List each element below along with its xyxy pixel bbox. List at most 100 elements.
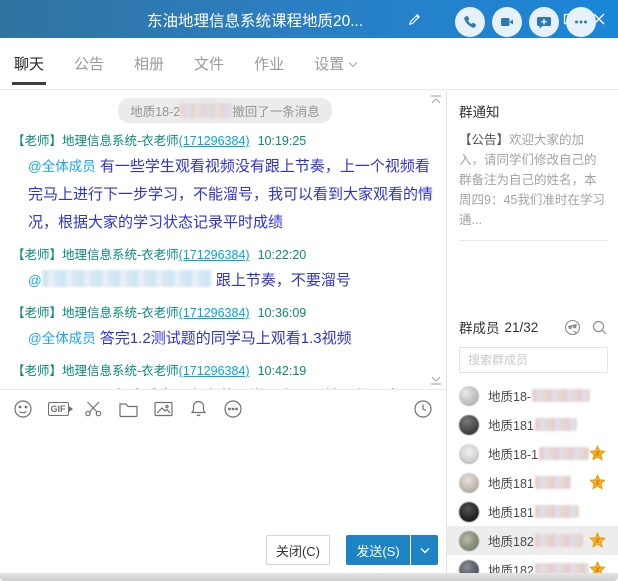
member-row[interactable]: 地质181 bbox=[447, 497, 618, 526]
tab-settings[interactable]: 设置 bbox=[312, 39, 360, 88]
member-avatar bbox=[459, 444, 479, 464]
censored-name bbox=[535, 418, 577, 431]
recall-suffix: 撤回了一条消息 bbox=[232, 105, 320, 119]
scroll-to-bottom-icon[interactable] bbox=[429, 373, 443, 387]
chat-column: 地质18-2撤回了一条消息 【老师】地理信息系统-衣老师(171296384)1… bbox=[0, 91, 447, 573]
member-avatar bbox=[459, 531, 479, 551]
sender-uin-link[interactable]: (171296384) bbox=[179, 248, 250, 262]
sender-name: 【老师】地理信息系统-衣老师 bbox=[12, 134, 179, 148]
send-button[interactable]: 发送(S) bbox=[346, 535, 410, 565]
member-row[interactable]: 地质18-1 bbox=[447, 439, 618, 468]
member-row[interactable]: 地质181 bbox=[447, 410, 618, 439]
group-notice-section[interactable]: 群通知 【公告】欢迎大家的加入，请同学们修改自己的群备注为自己的姓名，本周四9：… bbox=[447, 91, 618, 230]
edit-title-icon[interactable] bbox=[400, 0, 428, 38]
more-actions-button[interactable] bbox=[566, 7, 596, 37]
star-badge-icon bbox=[589, 445, 606, 462]
recall-notice: 地质18-2撤回了一条消息 bbox=[12, 98, 438, 123]
input-toolbar: GIF bbox=[0, 389, 446, 427]
send-file-folder-icon[interactable] bbox=[117, 398, 139, 420]
video-call-button[interactable] bbox=[492, 7, 522, 37]
message-time: 10:36:09 bbox=[258, 306, 307, 320]
footer-buttons: 关闭(C) 发送(S) bbox=[0, 527, 446, 573]
member-row[interactable]: 地质181 bbox=[447, 468, 618, 497]
censored-name bbox=[180, 103, 232, 118]
sender-name: 【老师】地理信息系统-衣老师 bbox=[12, 306, 179, 320]
member-row[interactable]: 地质182 bbox=[447, 555, 618, 573]
message-text: 答完1.2测试题的同学马上观看1.3视频 bbox=[100, 330, 352, 347]
screenshot-scissors-icon[interactable] bbox=[82, 398, 104, 420]
sender-uin-link[interactable]: (171296384) bbox=[179, 364, 250, 378]
more-tools-icon[interactable] bbox=[222, 398, 244, 420]
member-name: 地质181 bbox=[488, 502, 534, 521]
sender-uin-link[interactable]: (171296384) bbox=[179, 134, 250, 148]
notice-tag: 【公告】 bbox=[459, 133, 509, 147]
member-avatar bbox=[459, 415, 479, 435]
member-name: 地质18-1 bbox=[488, 444, 538, 463]
members-title: 群成员 bbox=[459, 317, 500, 337]
member-avatar bbox=[459, 473, 479, 493]
emoji-icon[interactable] bbox=[12, 398, 34, 420]
close-button[interactable]: 关闭(C) bbox=[266, 535, 330, 565]
chat-message: 【老师】地理信息系统-衣老师(171296384)10:22:20 @ 跟上节奏… bbox=[12, 244, 438, 295]
chat-message: 【老师】地理信息系统-衣老师(171296384)10:19:25 @全体成员 … bbox=[12, 130, 438, 237]
tab-settings-label: 设置 bbox=[314, 53, 344, 74]
window-bottom-shadow bbox=[0, 573, 618, 581]
member-name: 地质181 bbox=[488, 415, 534, 434]
message-text: 跟上节奏，不要溜号 bbox=[216, 272, 351, 289]
mention-link[interactable]: @ bbox=[28, 273, 42, 288]
collapse-to-top-icon[interactable] bbox=[429, 93, 443, 107]
group-notice-text: 【公告】欢迎大家的加入，请同学们修改自己的群备注为自己的姓名，本周四9：45我们… bbox=[459, 130, 608, 230]
tab-files[interactable]: 文件 bbox=[192, 39, 226, 88]
star-badge-icon bbox=[589, 474, 606, 491]
message-time: 10:19:25 bbox=[258, 134, 307, 148]
search-members-icon[interactable] bbox=[591, 319, 608, 336]
member-search bbox=[459, 347, 608, 373]
voice-call-button[interactable] bbox=[455, 7, 485, 37]
gif-hot-image-icon[interactable]: GIF bbox=[47, 398, 69, 420]
member-name: 地质182 bbox=[488, 531, 534, 550]
sender-name: 【老师】地理信息系统-衣老师 bbox=[12, 248, 179, 262]
member-search-input[interactable] bbox=[459, 347, 608, 373]
message-history[interactable]: 地质18-2撤回了一条消息 【老师】地理信息系统-衣老师(171296384)1… bbox=[0, 91, 446, 389]
tab-bar: 聊天 公告 相册 文件 作业 设置 bbox=[0, 38, 618, 90]
member-list: 地质18- 地质181 地质18-1 地质181 bbox=[447, 381, 618, 573]
member-name: 地质18- bbox=[488, 386, 531, 405]
sender-name: 【老师】地理信息系统-衣老师 bbox=[12, 364, 179, 378]
member-name: 地质182 bbox=[488, 560, 534, 573]
sender-uin-link[interactable]: (171296384) bbox=[179, 306, 250, 320]
settings-chevron-down-icon bbox=[348, 55, 358, 72]
tab-announcement[interactable]: 公告 bbox=[72, 39, 106, 88]
group-notice-title: 群通知 bbox=[459, 101, 608, 121]
send-options-chevron-icon[interactable] bbox=[411, 535, 438, 565]
mention-all-link[interactable]: @全体成员 bbox=[28, 331, 96, 346]
members-header: 群成员 21/32 bbox=[459, 317, 608, 337]
member-row-highlighted[interactable]: 地质182 bbox=[447, 526, 618, 555]
group-side-panel: 群通知 【公告】欢迎大家的加入，请同学们修改自己的群备注为自己的姓名，本周四9：… bbox=[447, 91, 618, 573]
member-row[interactable]: 地质18- bbox=[447, 381, 618, 410]
message-input[interactable] bbox=[0, 427, 446, 527]
censored-name bbox=[535, 476, 571, 489]
star-badge-icon bbox=[589, 561, 606, 573]
tab-announcement-label: 公告 bbox=[74, 53, 104, 74]
main-area: 地质18-2撤回了一条消息 【老师】地理信息系统-衣老师(171296384)1… bbox=[0, 91, 618, 573]
send-image-icon[interactable] bbox=[152, 398, 174, 420]
group-reminder-bell-icon[interactable] bbox=[187, 398, 209, 420]
tab-chat[interactable]: 聊天 bbox=[12, 39, 46, 88]
tab-chat-label: 聊天 bbox=[14, 53, 44, 74]
mention-all-link[interactable]: @全体成员 bbox=[28, 159, 96, 174]
censored-name bbox=[535, 505, 579, 518]
panel-divider bbox=[459, 240, 608, 241]
tab-homework[interactable]: 作业 bbox=[252, 39, 286, 88]
tab-album[interactable]: 相册 bbox=[132, 39, 166, 88]
message-time: 10:42:19 bbox=[258, 364, 307, 378]
star-badge-icon bbox=[589, 532, 606, 549]
anonymous-chat-icon[interactable] bbox=[564, 319, 581, 336]
launch-group-session-button[interactable] bbox=[529, 7, 559, 37]
send-split-button: 发送(S) bbox=[346, 535, 438, 565]
message-history-clock-icon[interactable] bbox=[412, 398, 434, 420]
members-count: 21/32 bbox=[505, 320, 539, 335]
censored-name bbox=[532, 389, 590, 402]
member-avatar bbox=[459, 386, 479, 406]
chat-message: 【老师】地理信息系统-衣老师(171296384)10:36:09 @全体成员 … bbox=[12, 302, 438, 353]
member-avatar bbox=[459, 560, 479, 574]
